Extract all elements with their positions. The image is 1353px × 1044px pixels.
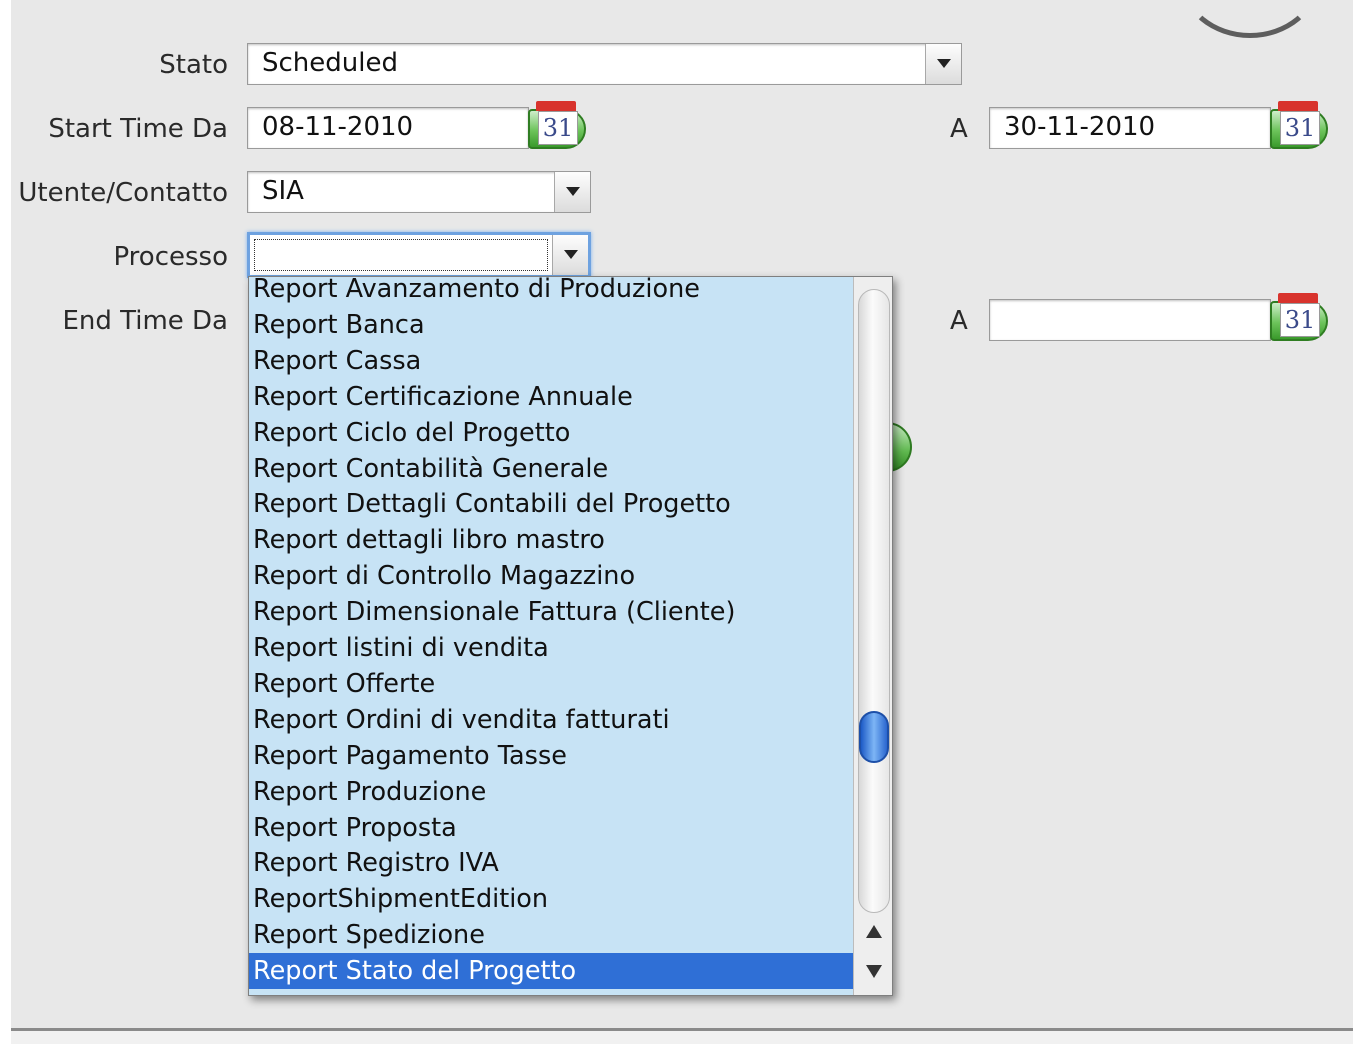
calendar-day: 31 bbox=[1280, 111, 1320, 145]
processo-option[interactable]: Report Avanzamento di Produzione bbox=[249, 277, 853, 307]
start-time-to-value: 30-11-2010 bbox=[1004, 112, 1156, 142]
processo-option[interactable]: Report Banca bbox=[249, 307, 853, 343]
processo-option[interactable]: Report Certificazione Annuale bbox=[249, 379, 853, 415]
bottom-strip bbox=[11, 1031, 1353, 1044]
end-time-to-input[interactable] bbox=[989, 299, 1271, 341]
list-scrollbar[interactable] bbox=[853, 277, 892, 995]
start-time-from-input[interactable]: 08-11-2010 bbox=[247, 107, 529, 149]
focus-ring bbox=[254, 239, 548, 271]
start-time-to-input[interactable]: 30-11-2010 bbox=[989, 107, 1271, 149]
dropdown-arrow-icon[interactable] bbox=[925, 44, 961, 84]
scroll-thumb[interactable] bbox=[859, 711, 889, 763]
processo-option[interactable]: Report Registro IVA bbox=[249, 845, 853, 881]
end-time-a-label: A bbox=[950, 306, 968, 336]
processo-option[interactable]: Report listini di vendita bbox=[249, 630, 853, 666]
calendar-header bbox=[1278, 293, 1318, 303]
processo-option[interactable]: Report Produzione bbox=[249, 774, 853, 810]
scroll-track[interactable] bbox=[858, 289, 890, 913]
dropdown-arrow-icon[interactable] bbox=[554, 172, 590, 212]
processo-option[interactable]: Report Stato del Progetto bbox=[249, 953, 853, 990]
calendar-header bbox=[536, 101, 576, 111]
processo-label: Processo bbox=[113, 242, 228, 272]
dropdown-arrow-icon[interactable] bbox=[552, 235, 588, 275]
processo-option[interactable]: Report di Controllo Magazzino bbox=[249, 558, 853, 594]
processo-select[interactable] bbox=[247, 232, 591, 278]
scroll-down-icon[interactable] bbox=[866, 965, 882, 978]
utente-label: Utente/Contatto bbox=[18, 178, 228, 208]
processo-option[interactable]: Report Ciclo del Progetto bbox=[249, 415, 853, 451]
processo-dropdown-list[interactable]: Report Avanzamento di Produzione Report B… bbox=[248, 276, 893, 996]
calendar-day: 31 bbox=[538, 111, 578, 145]
processo-option[interactable]: Report Contabilità Generale bbox=[249, 451, 853, 487]
scroll-up-icon[interactable] bbox=[866, 925, 882, 938]
processo-option[interactable]: Report Proposta bbox=[249, 810, 853, 846]
processo-option[interactable]: Report Spedizione bbox=[249, 917, 853, 953]
calendar-day: 31 bbox=[1280, 303, 1320, 337]
utente-value: SIA bbox=[262, 176, 304, 206]
end-time-label: End Time Da bbox=[62, 306, 228, 336]
start-time-from-value: 08-11-2010 bbox=[262, 112, 414, 142]
start-time-from-calendar-button[interactable]: 31 bbox=[528, 101, 598, 151]
processo-option[interactable]: Report Pagamento Tasse bbox=[249, 738, 853, 774]
stato-value: Scheduled bbox=[262, 48, 398, 78]
processo-option[interactable]: Report Offerte bbox=[249, 666, 853, 702]
start-time-to-calendar-button[interactable]: 31 bbox=[1270, 101, 1340, 151]
processo-option[interactable]: Report Dettagli Contabili del Progetto bbox=[249, 486, 853, 522]
processo-option[interactable]: Report Cassa bbox=[249, 343, 853, 379]
processo-option[interactable]: Report dettagli libro mastro bbox=[249, 522, 853, 558]
utente-select[interactable]: SIA bbox=[247, 171, 591, 213]
calendar-header bbox=[1278, 101, 1318, 111]
processo-option[interactable]: Report Ordini di vendita fatturati bbox=[249, 702, 853, 738]
processo-option[interactable]: Report Dimensionale Fattura (Cliente) bbox=[249, 594, 853, 630]
stato-label: Stato bbox=[159, 50, 228, 80]
start-time-label: Start Time Da bbox=[48, 114, 228, 144]
start-time-a-label: A bbox=[950, 114, 968, 144]
end-time-to-calendar-button[interactable]: 31 bbox=[1270, 293, 1340, 343]
stato-select[interactable]: Scheduled bbox=[247, 43, 962, 85]
processo-option[interactable]: ReportShipmentEdition bbox=[249, 881, 853, 917]
